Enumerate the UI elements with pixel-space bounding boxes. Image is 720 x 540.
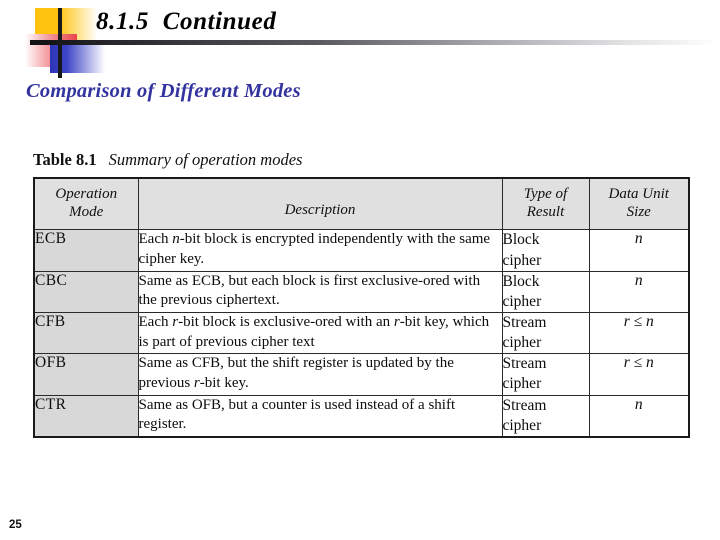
cell-type-of-result-line1: Block bbox=[502, 231, 540, 249]
table-row: OFB Same as CFB, but the shift register i… bbox=[33, 353, 690, 396]
header-gradient-rule bbox=[30, 40, 720, 45]
cell-operation-mode: ECB bbox=[33, 229, 139, 272]
column-header-description-label: Description bbox=[284, 202, 356, 218]
cell-type-of-result: Stream cipher bbox=[501, 311, 590, 355]
cell-type-of-result-line1: Stream bbox=[502, 355, 547, 373]
cell-operation-mode: CTR bbox=[33, 394, 139, 438]
table-caption-label: Table 8.1 bbox=[33, 150, 97, 169]
table-row: CFB Each r-bit block is exclusive-ored wi… bbox=[33, 311, 690, 355]
cell-type-of-result: Block cipher bbox=[501, 229, 590, 272]
column-header-operation-mode-line1: Operation bbox=[55, 186, 118, 202]
cell-data-unit-size: n bbox=[588, 394, 690, 438]
column-header-data-unit-size-line1: Data Unit bbox=[608, 186, 669, 202]
cell-description: Same as ECB, but each block is first exc… bbox=[137, 270, 503, 313]
operation-modes-table: Operation Mode Description Type of Resul… bbox=[33, 177, 690, 438]
cell-data-unit-size: n bbox=[588, 229, 690, 272]
cell-description: Each n-bit block is encrypted independen… bbox=[137, 229, 503, 272]
cell-description: Same as OFB, but a counter is used inste… bbox=[137, 394, 503, 438]
cell-description: Each r-bit block is exclusive-ored with … bbox=[137, 311, 503, 355]
cell-operation-mode: CFB bbox=[33, 311, 139, 355]
cell-type-of-result-line1: Stream bbox=[502, 313, 547, 331]
column-header-operation-mode: Operation Mode bbox=[33, 177, 139, 231]
column-header-type-of-result: Type of Result bbox=[501, 177, 590, 231]
table-caption: Table 8.1 Summary of operation modes bbox=[33, 150, 691, 170]
slide-header: 8.1.5 Continued bbox=[0, 0, 720, 78]
page-number: 25 bbox=[9, 519, 22, 531]
table-caption-text: Summary of operation modes bbox=[108, 150, 303, 169]
cell-type-of-result-line2: cipher bbox=[502, 375, 542, 393]
column-header-operation-mode-line2: Mode bbox=[69, 203, 104, 220]
cell-operation-mode: OFB bbox=[33, 353, 139, 396]
column-header-description: Description bbox=[137, 177, 503, 231]
table-figure: Table 8.1 Summary of operation modes Oper… bbox=[33, 150, 691, 438]
table-row: CTR Same as OFB, but a counter is used in… bbox=[33, 394, 690, 438]
column-header-type-of-result-line1: Type of bbox=[523, 186, 568, 202]
table-body: ECB Each n-bit block is encrypted indepen… bbox=[33, 229, 690, 438]
cell-type-of-result-line2: cipher bbox=[502, 292, 542, 310]
cell-type-of-result: Stream cipher bbox=[501, 353, 590, 396]
cell-operation-mode: CBC bbox=[33, 270, 139, 313]
cell-data-unit-size: r ≤ n bbox=[588, 311, 690, 355]
column-header-type-of-result-line2: Result bbox=[526, 203, 565, 220]
cell-type-of-result: Block cipher bbox=[501, 270, 590, 313]
cell-type-of-result-line1: Block bbox=[502, 272, 540, 290]
cell-data-unit-size: r ≤ n bbox=[588, 353, 690, 396]
page-title: 8.1.5 Continued bbox=[96, 8, 277, 35]
table-header-row: Operation Mode Description Type of Resul… bbox=[33, 177, 690, 231]
column-header-data-unit-size-line2: Size bbox=[626, 203, 651, 220]
cell-data-unit-size: n bbox=[588, 270, 690, 313]
cell-type-of-result-line2: cipher bbox=[502, 251, 542, 269]
cell-description: Same as CFB, but the shift register is u… bbox=[137, 353, 503, 396]
table-row: CBC Same as ECB, but each block is first … bbox=[33, 270, 690, 313]
cell-type-of-result-line1: Stream bbox=[502, 396, 547, 414]
cell-type-of-result-line2: cipher bbox=[502, 334, 542, 352]
column-header-data-unit-size: Data Unit Size bbox=[588, 177, 690, 231]
cell-type-of-result-line2: cipher bbox=[502, 416, 542, 434]
cell-type-of-result: Stream cipher bbox=[501, 394, 590, 438]
table-row: ECB Each n-bit block is encrypted indepen… bbox=[33, 229, 690, 272]
slide-subtitle: Comparison of Different Modes bbox=[26, 80, 301, 102]
